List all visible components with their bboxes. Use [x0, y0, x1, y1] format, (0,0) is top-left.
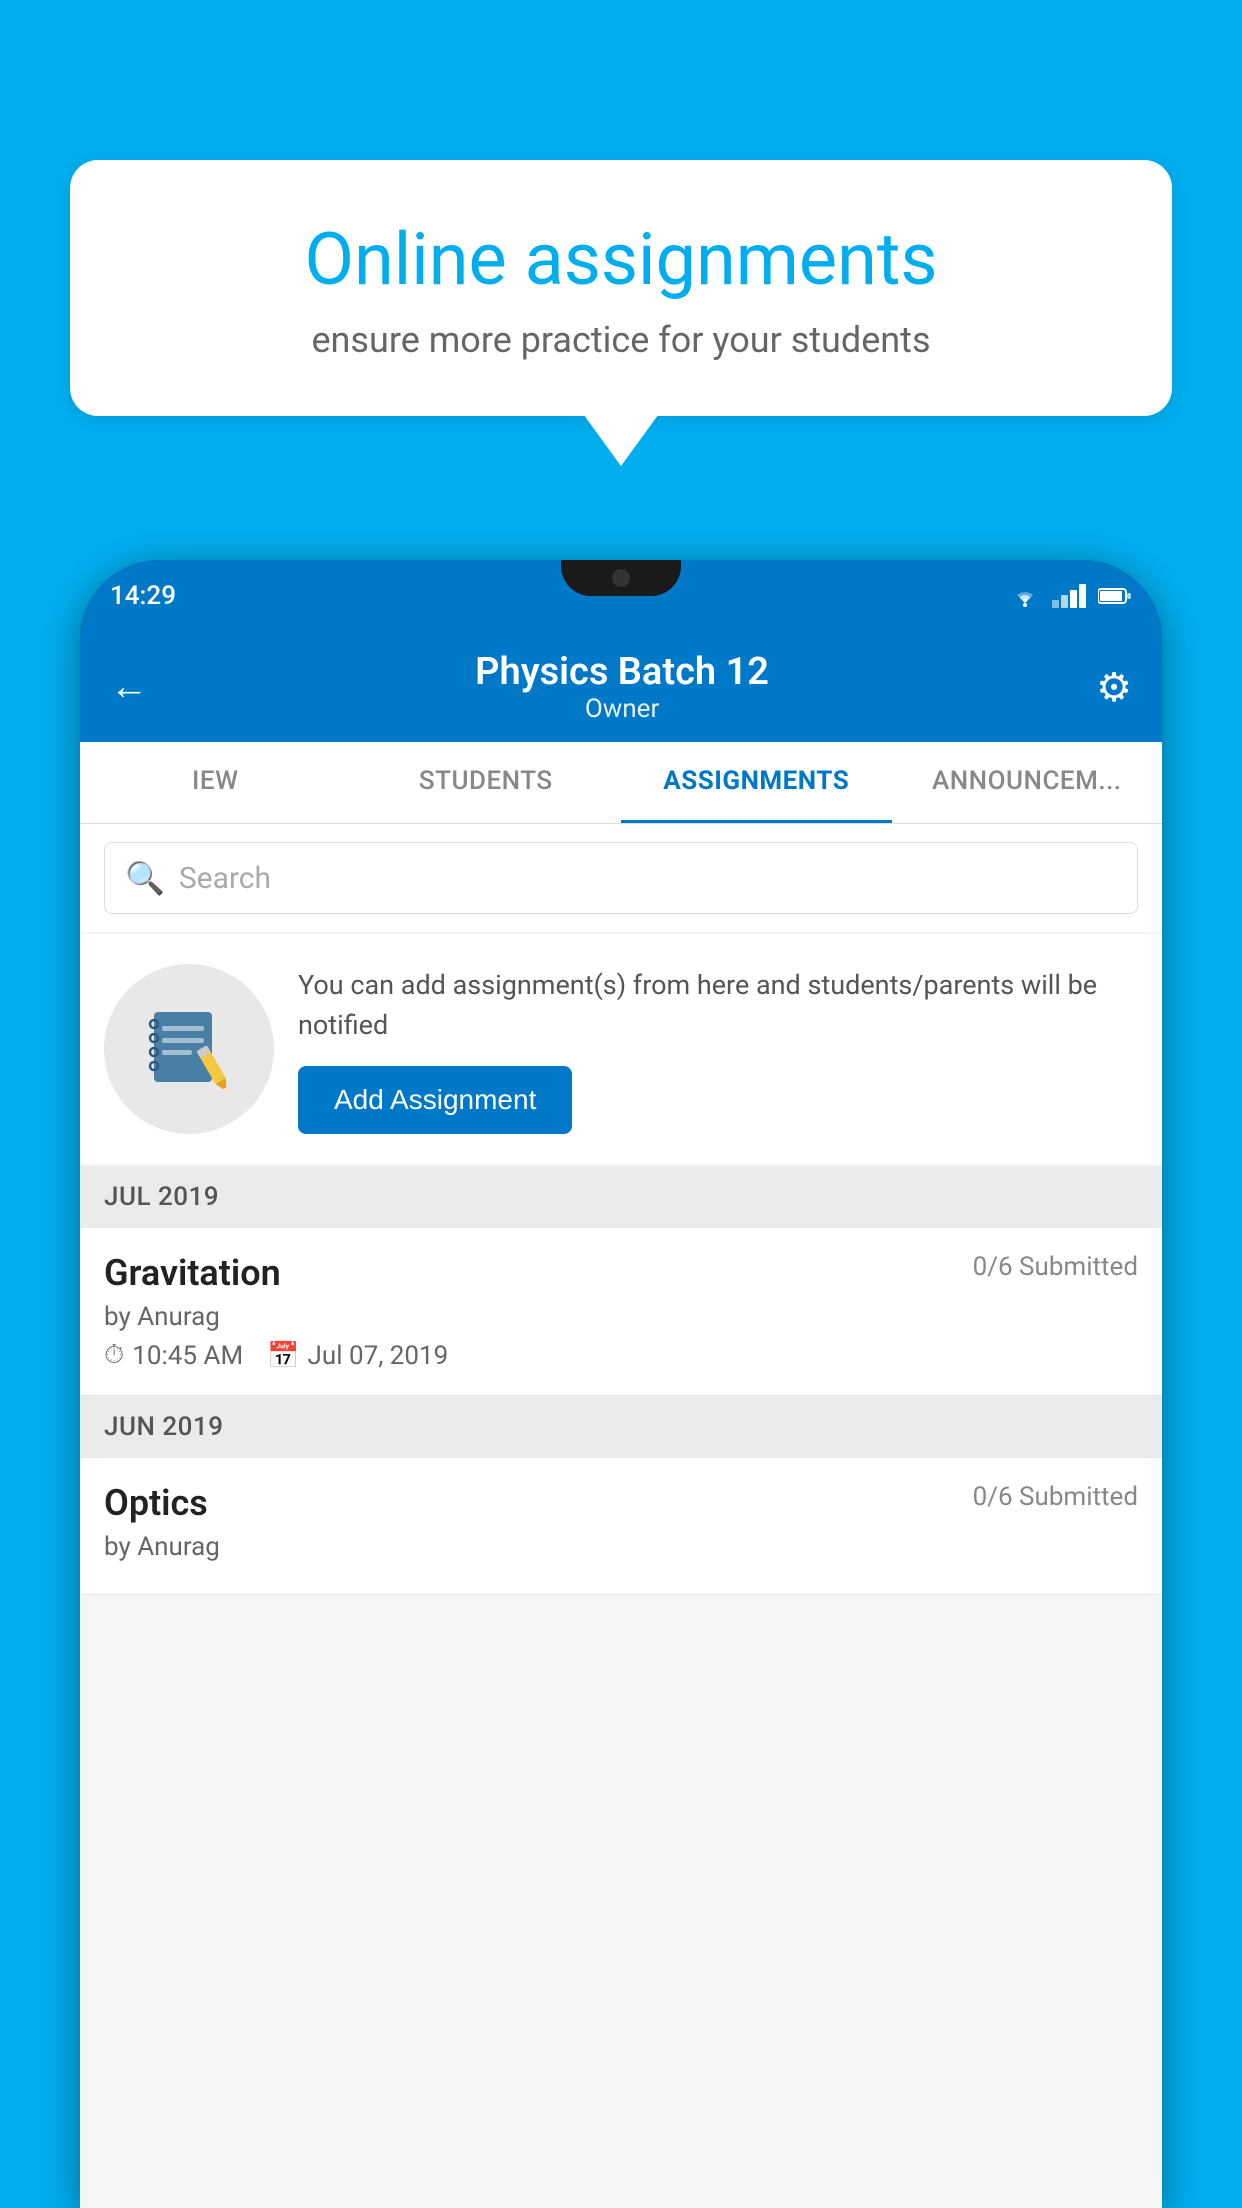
tabs-bar: IEW STUDENTS ASSIGNMENTS ANNOUNCEM... [80, 742, 1162, 824]
promo-description: You can add assignment(s) from here and … [298, 965, 1138, 1046]
tab-announcements[interactable]: ANNOUNCEM... [892, 742, 1163, 823]
tab-iew[interactable]: IEW [80, 742, 351, 823]
assignment-by-gravitation: by Anurag [104, 1302, 1138, 1332]
month-header-jul: JUL 2019 [80, 1166, 1162, 1228]
clock-icon: ⏱ [104, 1340, 124, 1371]
tab-students[interactable]: STUDENTS [351, 742, 622, 823]
settings-button[interactable]: ⚙ [1096, 664, 1132, 711]
assignment-item-optics[interactable]: Optics 0/6 Submitted by Anurag [80, 1458, 1162, 1595]
header-title: Physics Batch 12 [475, 650, 769, 694]
status-icons [1010, 584, 1132, 608]
assignment-submitted-gravitation: 0/6 Submitted [973, 1252, 1138, 1282]
search-placeholder: Search [179, 861, 271, 896]
signal-bar-3 [1070, 590, 1077, 608]
promo-icon-circle [104, 964, 274, 1134]
promo-card: You can add assignment(s) from here and … [80, 934, 1162, 1164]
speech-bubble: Online assignments ensure more practice … [70, 160, 1172, 416]
camera-dot [612, 569, 630, 587]
status-time: 14:29 [110, 581, 176, 611]
header-center: Physics Batch 12 Owner [475, 650, 769, 724]
speech-bubble-container: Online assignments ensure more practice … [70, 160, 1172, 416]
assignment-time: 10:45 AM [132, 1341, 243, 1371]
assignment-time-item: ⏱ 10:45 AM [104, 1340, 243, 1371]
back-button[interactable]: ← [110, 665, 148, 709]
search-bar[interactable]: 🔍 Search [104, 842, 1138, 914]
assignment-row-top-optics: Optics 0/6 Submitted [104, 1482, 1138, 1524]
month-header-jun: JUN 2019 [80, 1396, 1162, 1458]
bubble-subtitle: ensure more practice for your students [140, 319, 1102, 361]
add-assignment-button[interactable]: Add Assignment [298, 1066, 572, 1134]
assignment-name-optics: Optics [104, 1482, 208, 1524]
assignment-submitted-optics: 0/6 Submitted [973, 1482, 1138, 1512]
bubble-title: Online assignments [140, 220, 1102, 299]
calendar-icon: 📅 [267, 1341, 299, 1371]
assignment-row-top: Gravitation 0/6 Submitted [104, 1252, 1138, 1294]
assignment-by-optics: by Anurag [104, 1532, 1138, 1562]
promo-text-area: You can add assignment(s) from here and … [298, 965, 1138, 1134]
search-icon: 🔍 [125, 859, 165, 897]
battery-icon [1098, 587, 1132, 605]
phone-content: 🔍 Search [80, 824, 1162, 2208]
signal-bar-2 [1061, 595, 1068, 608]
signal-bar-1 [1052, 600, 1059, 608]
assignment-item-gravitation[interactable]: Gravitation 0/6 Submitted by Anurag ⏱ 10… [80, 1228, 1162, 1396]
assignment-date-item: 📅 Jul 07, 2019 [267, 1341, 448, 1371]
search-container: 🔍 Search [80, 824, 1162, 932]
wifi-icon [1010, 585, 1040, 607]
signal-bar-4 [1079, 584, 1086, 608]
assignment-name-gravitation: Gravitation [104, 1252, 281, 1294]
assignment-date: Jul 07, 2019 [308, 1341, 449, 1371]
header-subtitle: Owner [475, 694, 769, 724]
assignment-meta-gravitation: ⏱ 10:45 AM 📅 Jul 07, 2019 [104, 1340, 1138, 1371]
notch [561, 560, 681, 596]
tab-assignments[interactable]: ASSIGNMENTS [621, 742, 892, 823]
status-bar: 14:29 [80, 560, 1162, 632]
signal-bars [1052, 584, 1086, 608]
notebook-icon [144, 1004, 234, 1094]
app-header: ← Physics Batch 12 Owner ⚙ [80, 632, 1162, 742]
phone-frame: 14:29 [80, 560, 1162, 2208]
